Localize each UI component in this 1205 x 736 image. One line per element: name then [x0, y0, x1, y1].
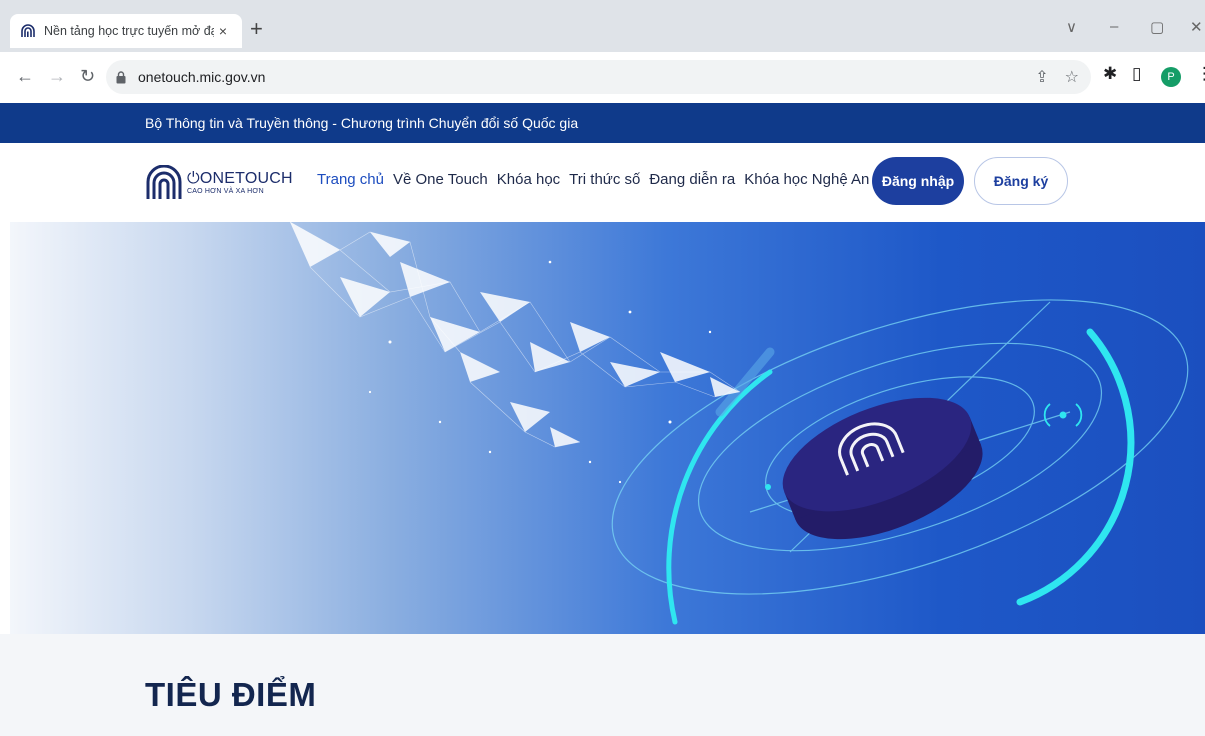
- new-tab-button[interactable]: +: [250, 18, 263, 40]
- gov-banner-text: Bộ Thông tin và Truyền thông - Chương tr…: [145, 115, 579, 131]
- power-icon: ⏻: [187, 169, 200, 187]
- close-window-icon[interactable]: ✕: [1190, 18, 1203, 36]
- site-logo[interactable]: ⏻ONETOUCH CAO HƠN VÀ XA HƠN: [145, 164, 293, 199]
- main-nav: Trang chủ Về One Touch Khóa học Tri thức…: [317, 171, 869, 188]
- browser-tab[interactable]: Nền tảng học trực tuyến mở đại ×: [10, 14, 242, 48]
- register-button[interactable]: Đăng ký: [974, 157, 1068, 205]
- sidebar-icon[interactable]: ▯: [1132, 64, 1141, 84]
- url-text: onetouch.mic.gov.vn: [138, 69, 266, 85]
- nav-item-ve-one-touch[interactable]: Về One Touch: [393, 171, 488, 188]
- hero-illustration: [289, 222, 1189, 625]
- logo-slogan: CAO HƠN VÀ XA HƠN: [187, 187, 264, 195]
- tab-close-icon[interactable]: ×: [214, 23, 232, 39]
- extensions-icon[interactable]: ✱: [1103, 64, 1117, 84]
- profile-avatar[interactable]: P: [1161, 67, 1181, 87]
- address-bar[interactable]: onetouch.mic.gov.vn ⇪ ☆: [106, 60, 1091, 94]
- gov-banner: Bộ Thông tin và Truyền thông - Chương tr…: [0, 103, 1205, 143]
- nav-item-dang-dien-ra[interactable]: Đang diễn ra: [649, 171, 735, 188]
- focus-title: TIÊU ĐIỂM: [145, 676, 317, 713]
- nav-item-tri-thuc-so[interactable]: Tri thức số: [569, 171, 640, 188]
- menu-icon[interactable]: ⋮: [1196, 64, 1205, 84]
- forward-arrow-icon[interactable]: →: [48, 65, 66, 87]
- login-button[interactable]: Đăng nhập: [872, 157, 964, 205]
- hero-banner: [10, 222, 1205, 634]
- minimize-icon[interactable]: –: [1110, 18, 1118, 35]
- maximize-icon[interactable]: ▢: [1150, 18, 1164, 36]
- share-icon[interactable]: ⇪: [1035, 67, 1048, 87]
- focus-section: TIÊU ĐIỂM: [0, 634, 1205, 736]
- reload-icon[interactable]: ↻: [80, 65, 95, 87]
- logo-name: ONETOUCH: [199, 169, 293, 187]
- nav-item-trang-chu[interactable]: Trang chủ: [317, 171, 384, 188]
- back-arrow-icon[interactable]: ←: [16, 65, 34, 87]
- browser-toolbar: ← → ↻ onetouch.mic.gov.vn ⇪ ☆ ✱ ▯ P ⋮: [0, 52, 1205, 102]
- tab-search-icon[interactable]: ∨: [1066, 18, 1077, 36]
- site-header: ⏻ONETOUCH CAO HƠN VÀ XA HƠN Trang chủ Về…: [0, 143, 1205, 222]
- onetouch-favicon-icon: [20, 23, 36, 39]
- star-icon[interactable]: ☆: [1065, 67, 1079, 87]
- nav-item-khoa-hoc[interactable]: Khóa học: [497, 171, 560, 188]
- lock-icon: [116, 70, 130, 84]
- onetouch-logo-icon: [145, 164, 183, 199]
- tab-title: Nền tảng học trực tuyến mở đại: [44, 24, 214, 38]
- nav-item-khoa-hoc-nghe-an[interactable]: Khóa học Nghệ An: [744, 171, 869, 188]
